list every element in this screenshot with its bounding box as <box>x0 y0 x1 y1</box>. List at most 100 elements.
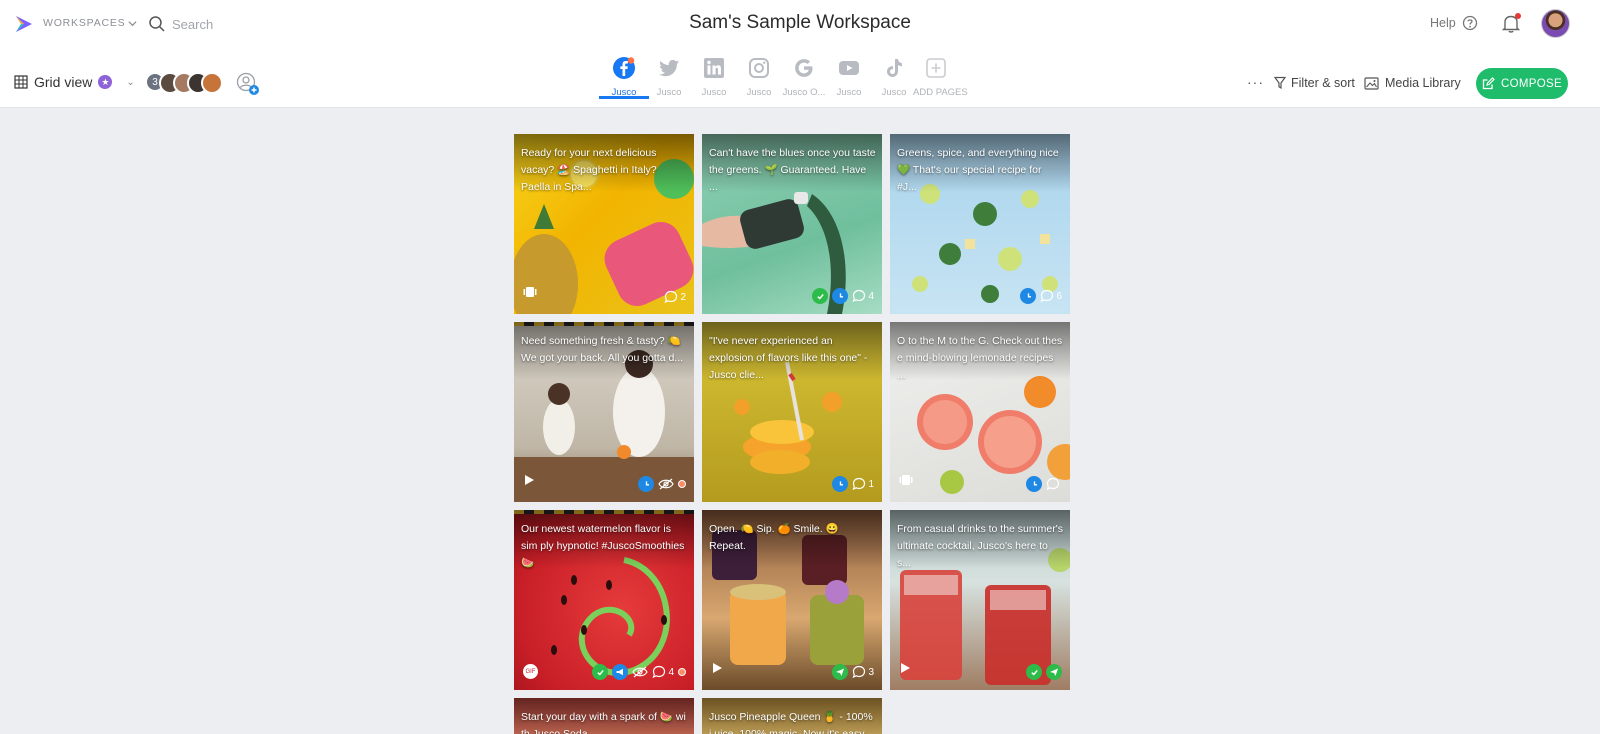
workspaces-label: WORKSPACES <box>43 17 126 29</box>
comment-count[interactable]: 2 <box>664 290 686 304</box>
media-library-button[interactable]: Media Library <box>1364 76 1461 90</box>
add-pages-icon <box>926 58 946 78</box>
top-bar: WORKSPACES Sam's Sample Workspace Help <box>0 0 1600 108</box>
scheduled-clock-icon <box>638 476 654 492</box>
channel-label: Jusco O... <box>782 87 826 98</box>
linkedin-icon <box>704 58 724 78</box>
published-send-icon <box>832 664 849 680</box>
search-input[interactable] <box>172 13 332 35</box>
edit-icon <box>1482 77 1495 90</box>
add-pages-button[interactable]: ADD PAGES <box>913 56 968 98</box>
comment-count[interactable] <box>1046 477 1062 491</box>
post-caption: From casual drinks to the summer's ultim… <box>897 523 1063 569</box>
user-avatar[interactable] <box>1541 9 1570 38</box>
comment-count[interactable]: 4 <box>652 665 674 679</box>
post-tile[interactable]: "I've never experienced an explosion of … <box>702 322 882 502</box>
post-caption: Can't have the blues once you taste the … <box>709 147 876 193</box>
post-caption: Open. 🍋 Sip. 🍊 Smile. 😀 Repeat. <box>709 523 839 552</box>
post-caption: Greens, spice, and everything nice 💚 Tha… <box>897 147 1059 193</box>
chevron-down-icon: ⌄ <box>126 76 135 88</box>
comment-count-label: 2 <box>680 291 686 303</box>
comment-icon <box>1046 477 1060 491</box>
post-tile[interactable]: Open. 🍋 Sip. 🍊 Smile. 😀 Repeat. 3 <box>702 510 882 690</box>
media-library-label: Media Library <box>1385 76 1461 90</box>
image-icon <box>1364 76 1379 90</box>
tab-tiktok-jusco[interactable]: Jusco <box>871 56 917 98</box>
channel-label: ADD PAGES <box>913 87 968 98</box>
workspaces-dropdown[interactable]: WORKSPACES <box>43 17 138 29</box>
chevron-down-icon <box>128 20 138 26</box>
comment-icon <box>852 665 866 679</box>
comment-count-label: 3 <box>868 666 874 678</box>
channel-label: Jusco <box>611 87 637 98</box>
post-tile[interactable]: Start your day with a spark of 🍉 wi th J… <box>514 698 694 734</box>
tab-twitter-jusco[interactable]: Jusco <box>646 56 692 98</box>
compose-button[interactable]: COMPOSE <box>1476 68 1568 99</box>
facebook-icon <box>613 57 635 79</box>
hidden-eye-icon <box>658 478 674 490</box>
post-status: 3 <box>832 664 874 680</box>
post-status <box>1026 476 1062 492</box>
campaign-megaphone-icon <box>612 664 629 680</box>
comment-count-label: 1 <box>868 478 874 490</box>
post-caption: Start your day with a spark of 🍉 wi th J… <box>521 711 686 734</box>
tab-youtube-jusco[interactable]: Jusco <box>826 56 872 98</box>
page-title: Sam's Sample Workspace <box>689 12 911 33</box>
tab-instagram-jusco[interactable]: Jusco <box>736 56 782 98</box>
post-tile[interactable]: Jusco Pineapple Queen 🍍 - 100% j uice, 1… <box>702 698 882 734</box>
post-caption: Need something fresh & tasty? 🍋 We got y… <box>521 335 684 364</box>
view-label: Grid view <box>34 74 93 90</box>
channel-label: Jusco <box>746 87 772 98</box>
post-tile[interactable]: Ready for your next delicious vacay? 🏖️ … <box>514 134 694 314</box>
approved-icon <box>812 288 829 304</box>
scheduled-clock-icon <box>1026 476 1042 492</box>
tab-google-jusco[interactable]: Jusco O... <box>781 56 827 98</box>
post-status: 1 <box>832 476 874 492</box>
comment-icon <box>664 290 678 304</box>
post-caption: Jusco Pineapple Queen 🍍 - 100% j uice, 1… <box>709 711 873 734</box>
add-member-icon[interactable] <box>236 72 260 96</box>
label-color-dot <box>678 480 686 488</box>
twitter-icon <box>659 59 679 77</box>
comment-count[interactable]: 3 <box>852 665 874 679</box>
youtube-icon <box>839 61 859 75</box>
more-options-button[interactable]: ··· <box>1247 74 1264 90</box>
filter-sort-button[interactable]: Filter & sort <box>1274 76 1355 90</box>
tab-linkedin-jusco[interactable]: Jusco <box>691 56 737 98</box>
post-tile[interactable]: Can't have the blues once you taste the … <box>702 134 882 314</box>
post-tile[interactable]: From casual drinks to the summer's ultim… <box>890 510 1070 690</box>
comment-count[interactable]: 6 <box>1040 289 1062 303</box>
comment-count[interactable]: 4 <box>852 289 874 303</box>
funnel-icon <box>1274 76 1286 90</box>
post-tile[interactable]: Greens, spice, and everything nice 💚 Tha… <box>890 134 1070 314</box>
app-logo-icon[interactable] <box>14 14 34 34</box>
post-status: 4 <box>592 664 686 680</box>
comment-icon <box>652 665 666 679</box>
comment-icon <box>1040 289 1054 303</box>
filter-sort-label: Filter & sort <box>1291 76 1355 90</box>
comment-count[interactable]: 1 <box>852 477 874 491</box>
search-icon <box>149 16 165 32</box>
post-tile[interactable]: O to the M to the G. Check out thes e mi… <box>890 322 1070 502</box>
post-status <box>1026 664 1062 680</box>
post-tile[interactable]: Our newest watermelon flavor is sim ply … <box>514 510 694 690</box>
scheduled-clock-icon <box>832 288 849 304</box>
google-icon <box>795 59 813 77</box>
post-caption: O to the M to the G. Check out thes e mi… <box>897 335 1063 381</box>
post-caption: "I've never experienced an explosion of … <box>709 335 868 381</box>
notifications-button[interactable] <box>1500 12 1522 34</box>
post-tile[interactable]: Need something fresh & tasty? 🍋 We got y… <box>514 322 694 502</box>
help-button[interactable]: Help <box>1430 15 1478 31</box>
post-status: 2 <box>664 290 686 304</box>
video-play-icon <box>523 473 535 491</box>
comment-icon <box>852 289 866 303</box>
view-selector[interactable]: Grid view ★ ⌄ <box>14 74 135 90</box>
channel-label: Jusco <box>656 87 682 98</box>
tab-facebook-jusco[interactable]: Jusco <box>599 56 649 99</box>
question-circle-icon <box>1462 15 1477 31</box>
channel-label: Jusco <box>701 87 727 98</box>
carousel-icon <box>523 285 537 303</box>
post-caption: Ready for your next delicious vacay? 🏖️ … <box>521 147 657 193</box>
comment-count-label: 4 <box>868 290 874 302</box>
channel-label: Jusco <box>881 87 907 98</box>
